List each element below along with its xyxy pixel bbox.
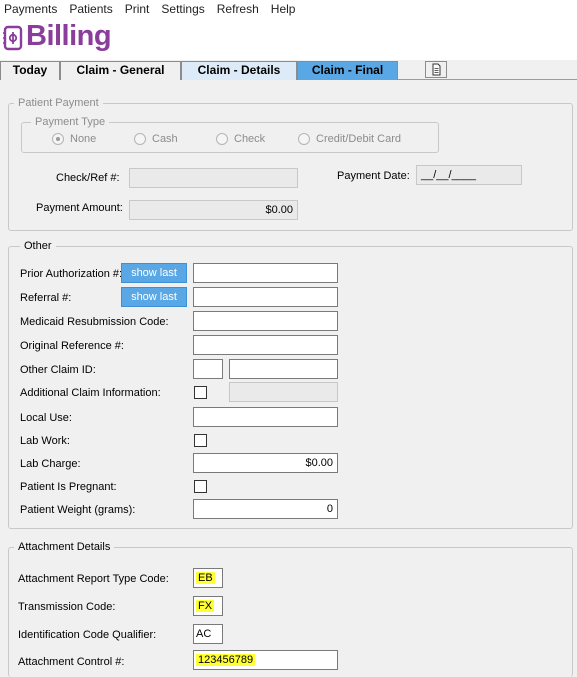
transmission-code-value: FX (196, 600, 215, 612)
radio-indicator (52, 133, 64, 145)
radio-card-label: Credit/Debit Card (316, 133, 401, 145)
radio-card[interactable]: Credit/Debit Card (298, 133, 401, 145)
patient-pregnant-label: Patient Is Pregnant: (20, 481, 117, 493)
patient-weight-label: Patient Weight (grams): (20, 504, 136, 516)
menu-settings[interactable]: Settings (161, 2, 204, 16)
payment-date-label: Payment Date: (337, 170, 410, 182)
prior-auth-field[interactable] (193, 263, 338, 283)
tab-claim-general[interactable]: Claim - General (60, 61, 181, 80)
local-use-label: Local Use: (20, 412, 72, 424)
menu-print[interactable]: Print (125, 2, 150, 16)
attachment-details-label: Attachment Details (14, 541, 115, 553)
attachment-control-label: Attachment Control #: (18, 656, 125, 668)
other-claim-id-label: Other Claim ID: (20, 364, 96, 376)
attachment-report-type-field[interactable]: EB (193, 568, 223, 588)
radio-none[interactable]: None (52, 133, 96, 145)
check-ref-field[interactable] (129, 168, 298, 188)
medicaid-resubmission-field[interactable] (193, 311, 338, 331)
original-reference-field[interactable] (193, 335, 338, 355)
billing-icon (3, 25, 23, 54)
menu-help[interactable]: Help (271, 2, 296, 16)
radio-check[interactable]: Check (216, 133, 265, 145)
radio-cash[interactable]: Cash (134, 133, 178, 145)
referral-label: Referral #: (20, 292, 72, 304)
page-title: Billing (26, 20, 112, 52)
lab-charge-field[interactable]: $0.00 (193, 453, 338, 473)
patient-pregnant-checkbox[interactable] (194, 480, 207, 493)
radio-indicator (216, 133, 228, 145)
app-header: Billing (0, 18, 577, 60)
check-ref-label: Check/Ref #: (56, 172, 120, 184)
radio-indicator (134, 133, 146, 145)
tab-claim-final[interactable]: Claim - Final (297, 61, 398, 80)
payment-date-field[interactable]: __/__/____ (416, 165, 522, 185)
additional-claim-info-label: Additional Claim Information: (20, 387, 161, 399)
tab-claim-details[interactable]: Claim - Details (181, 61, 297, 80)
additional-claim-info-field[interactable] (229, 382, 338, 402)
original-reference-label: Original Reference #: (20, 340, 124, 352)
radio-check-label: Check (234, 133, 266, 145)
radio-cash-label: Cash (152, 133, 178, 145)
prior-auth-label: Prior Authorization #: (20, 268, 123, 280)
tab-today[interactable]: Today (0, 61, 60, 80)
id-code-qualifier-label: Identification Code Qualifier: (18, 629, 157, 641)
prior-auth-show-last-button[interactable]: show last (121, 263, 187, 283)
menu-refresh[interactable]: Refresh (217, 2, 259, 16)
lab-work-checkbox[interactable] (194, 434, 207, 447)
radio-none-label: None (70, 133, 97, 145)
attachment-report-type-label: Attachment Report Type Code: (18, 573, 169, 585)
other-claim-id-field[interactable] (229, 359, 338, 379)
referral-show-last-button[interactable]: show last (121, 287, 187, 307)
attachment-report-type-value: EB (196, 572, 215, 584)
lab-work-label: Lab Work: (20, 435, 70, 447)
other-label: Other (20, 240, 56, 252)
payment-type-label: Payment Type (31, 116, 110, 128)
radio-indicator (298, 133, 310, 145)
additional-claim-info-checkbox[interactable] (194, 386, 207, 399)
payment-amount-field[interactable]: $0.00 (129, 200, 298, 220)
lab-charge-label: Lab Charge: (20, 458, 81, 470)
local-use-field[interactable] (193, 407, 338, 427)
menu-payments[interactable]: Payments (4, 2, 57, 16)
patient-payment-label: Patient Payment (14, 97, 103, 109)
payment-amount-label: Payment Amount: (36, 202, 123, 214)
referral-field[interactable] (193, 287, 338, 307)
transmission-code-label: Transmission Code: (18, 601, 116, 613)
attachment-control-value: 123456789 (196, 654, 256, 666)
attachment-control-field[interactable]: 123456789 (193, 650, 338, 670)
other-claim-qualifier-field[interactable] (193, 359, 223, 379)
menu-bar: Payments Patients Print Settings Refresh… (0, 0, 577, 18)
id-code-qualifier-field[interactable]: AC (193, 624, 223, 644)
tab-strip: Today Claim - General Claim - Details Cl… (0, 60, 577, 80)
document-icon[interactable] (425, 61, 447, 78)
patient-weight-field[interactable]: 0 (193, 499, 338, 519)
menu-patients[interactable]: Patients (69, 2, 112, 16)
medicaid-resubmission-label: Medicaid Resubmission Code: (20, 316, 169, 328)
transmission-code-field[interactable]: FX (193, 596, 223, 616)
